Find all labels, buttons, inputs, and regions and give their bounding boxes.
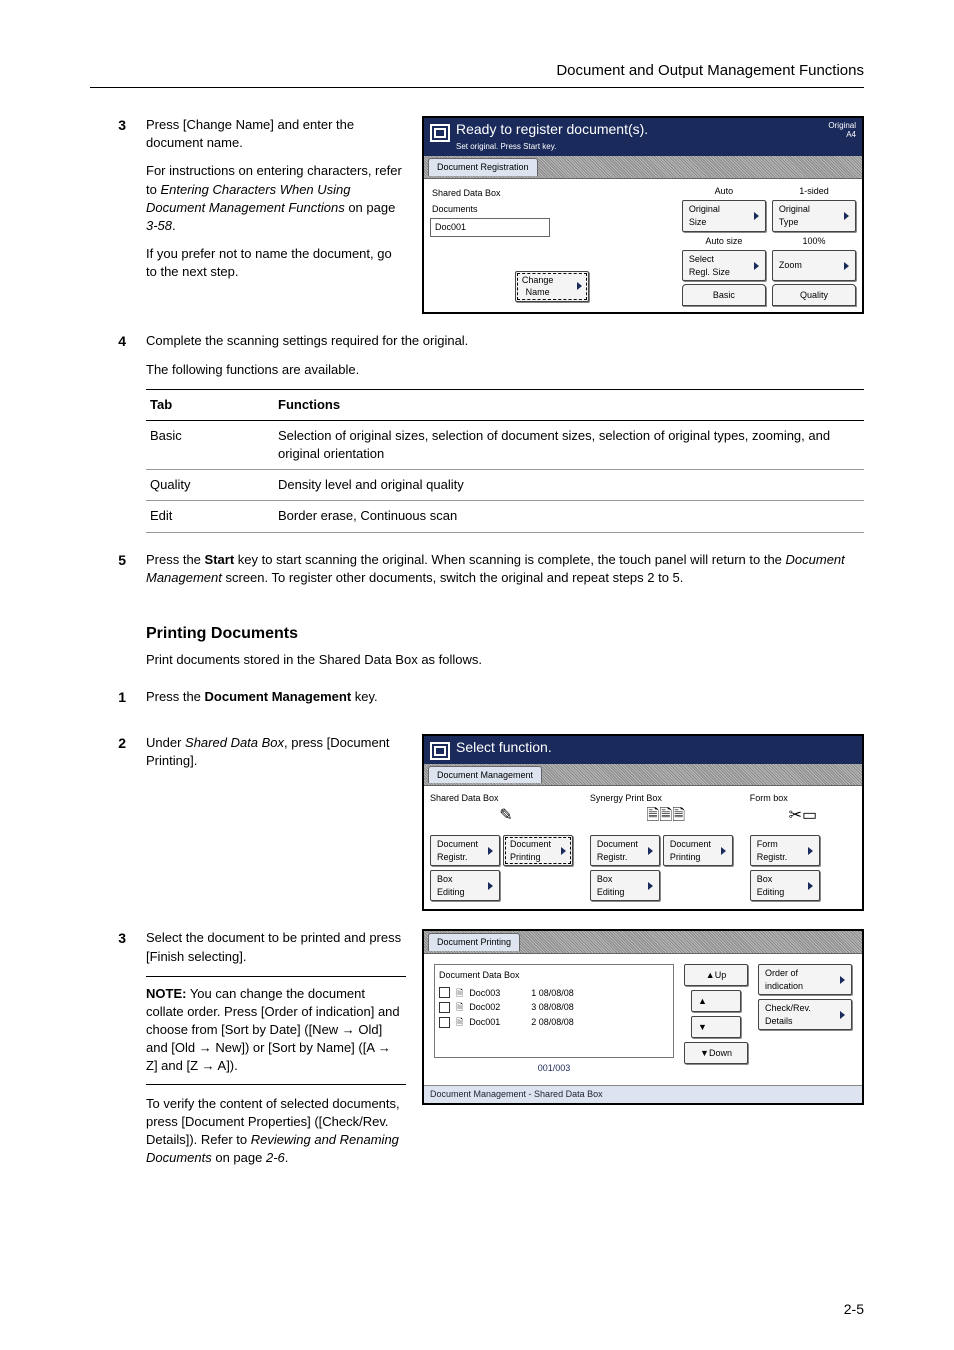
select-regl-size-button[interactable]: Select Regl. Size [682, 250, 766, 281]
step-3: 3 Press [Change Name] and enter the docu… [90, 116, 864, 314]
zoom-pct-label: 100% [772, 235, 856, 248]
page-number: 2-5 [844, 1300, 864, 1320]
step3-para3: If you prefer not to name the document, … [146, 245, 406, 281]
running-head: Document and Output Management Functions [90, 60, 864, 81]
printing-documents-heading: Printing Documents [146, 623, 864, 645]
order-of-indication-button[interactable]: Order of indication [758, 964, 852, 995]
table-row: BasicSelection of original sizes, select… [146, 420, 864, 469]
shared-box-icon: ✎ [430, 805, 582, 833]
header-rule [90, 87, 864, 88]
shared-box-title: Shared Data Box [430, 792, 582, 805]
step-5: 5 Press the Start key to start scanning … [90, 551, 864, 597]
step4-para2: The following functions are available. [146, 361, 864, 379]
printing-intro: Print documents stored in the Shared Dat… [146, 651, 864, 669]
screen-doc-printing: Document Printing Document Data Box 🗎Doc… [422, 929, 864, 1104]
form-box-icon: ✂︎▭ [750, 805, 856, 833]
screen-icon [430, 124, 450, 142]
list-item[interactable]: 🗎Doc0023 08/08/08 [439, 1000, 669, 1015]
change-name-button[interactable]: Change Name [515, 271, 589, 302]
screen-select-function: Select function. Document Management Sha… [422, 734, 864, 912]
step-number: 3 [90, 116, 146, 314]
screen-breadcrumb: Document Management - Shared Data Box [424, 1085, 862, 1103]
print-step-3: 3 Select the document to be printed and … [90, 929, 864, 1177]
original-size-button[interactable]: Original Size [682, 200, 766, 231]
screen-subtitle: Set original. Press Start key. [456, 141, 648, 152]
doc-registr-button[interactable]: Document Registr. [590, 835, 660, 866]
step-number: 1 [90, 688, 146, 716]
note-block: NOTE: You can change the document collat… [146, 976, 406, 1085]
original-type-button[interactable]: Original Type [772, 200, 856, 231]
form-registr-button[interactable]: Form Registr. [750, 835, 820, 866]
doc-printing-button[interactable]: Document Printing [663, 835, 733, 866]
auto-label: Auto [682, 185, 766, 198]
synergy-box-icon: 🗎🗎🗎 [590, 805, 742, 833]
screen-title: Select function. [456, 739, 552, 755]
step5-text: Press the Start key to start scanning th… [146, 551, 864, 587]
pstep3-para1: Select the document to be printed and pr… [146, 929, 406, 965]
synergy-box-title: Synergy Print Box [590, 792, 742, 805]
step-number: 2 [90, 734, 146, 912]
print-step-2: 2 Under Shared Data Box, press [Document… [90, 734, 864, 912]
box-editing-button[interactable]: Box Editing [750, 870, 820, 901]
down-button[interactable]: ▼ Down [684, 1042, 748, 1064]
box-editing-button[interactable]: Box Editing [590, 870, 660, 901]
th-tab: Tab [146, 389, 274, 420]
step-number: 4 [90, 332, 146, 532]
documents-label: Documents [432, 203, 674, 216]
tab-doc-management[interactable]: Document Management [428, 766, 542, 784]
list-item[interactable]: 🗎Doc0012 08/08/08 [439, 1015, 669, 1030]
pstep2-text: Under Shared Data Box, press [Document P… [146, 734, 406, 902]
functions-table: Tab Functions BasicSelection of original… [146, 389, 864, 533]
list-counter: 001/003 [434, 1062, 674, 1075]
doc-data-box-title: Document Data Box [439, 969, 669, 982]
scroll-up-button[interactable]: ▲ [691, 990, 741, 1012]
th-functions: Functions [274, 389, 864, 420]
step-4: 4 Complete the scanning settings require… [90, 332, 864, 532]
quality-tab-button[interactable]: Quality [772, 284, 856, 306]
step3-para2: For instructions on entering characters,… [146, 162, 406, 235]
doc-list: Document Data Box 🗎Doc0031 08/08/08 🗎Doc… [434, 964, 674, 1058]
list-item[interactable]: 🗎Doc0031 08/08/08 [439, 986, 669, 1001]
scroll-down-button[interactable]: ▼ [691, 1016, 741, 1038]
step-number: 5 [90, 551, 146, 597]
check-rev-details-button[interactable]: Check/Rev. Details [758, 999, 852, 1030]
step4-para1: Complete the scanning settings required … [146, 332, 864, 350]
shared-data-box-label: Shared Data Box [432, 187, 674, 200]
form-box-title: Form box [750, 792, 856, 805]
table-row: QualityDensity level and original qualit… [146, 470, 864, 501]
document-name-field: Doc001 [430, 218, 550, 237]
up-button[interactable]: ▲ Up [684, 964, 748, 986]
screen-register: Ready to register document(s). Set origi… [422, 116, 864, 314]
pstep3-para2: To verify the content of selected docume… [146, 1095, 406, 1168]
step-number: 3 [90, 929, 146, 1177]
screen-title: Ready to register document(s). [456, 121, 648, 137]
zoom-button[interactable]: Zoom [772, 250, 856, 281]
box-editing-button[interactable]: Box Editing [430, 870, 500, 901]
tab-doc-printing[interactable]: Document Printing [428, 933, 520, 951]
original-size-indicator: OriginalA4 [828, 122, 856, 140]
tab-doc-registration[interactable]: Document Registration [428, 158, 538, 176]
pstep1-text: Press the Document Management key. [146, 688, 864, 706]
print-step-1: 1 Press the Document Management key. [90, 688, 864, 716]
table-row: EditBorder erase, Continuous scan [146, 501, 864, 532]
auto-size-label: Auto size [682, 235, 766, 248]
doc-printing-button[interactable]: Document Printing [503, 835, 573, 866]
doc-registr-button[interactable]: Document Registr. [430, 835, 500, 866]
basic-tab-button[interactable]: Basic [682, 284, 766, 306]
one-sided-label: 1-sided [772, 185, 856, 198]
step3-para1: Press [Change Name] and enter the docume… [146, 116, 406, 152]
screen-icon [430, 742, 450, 760]
